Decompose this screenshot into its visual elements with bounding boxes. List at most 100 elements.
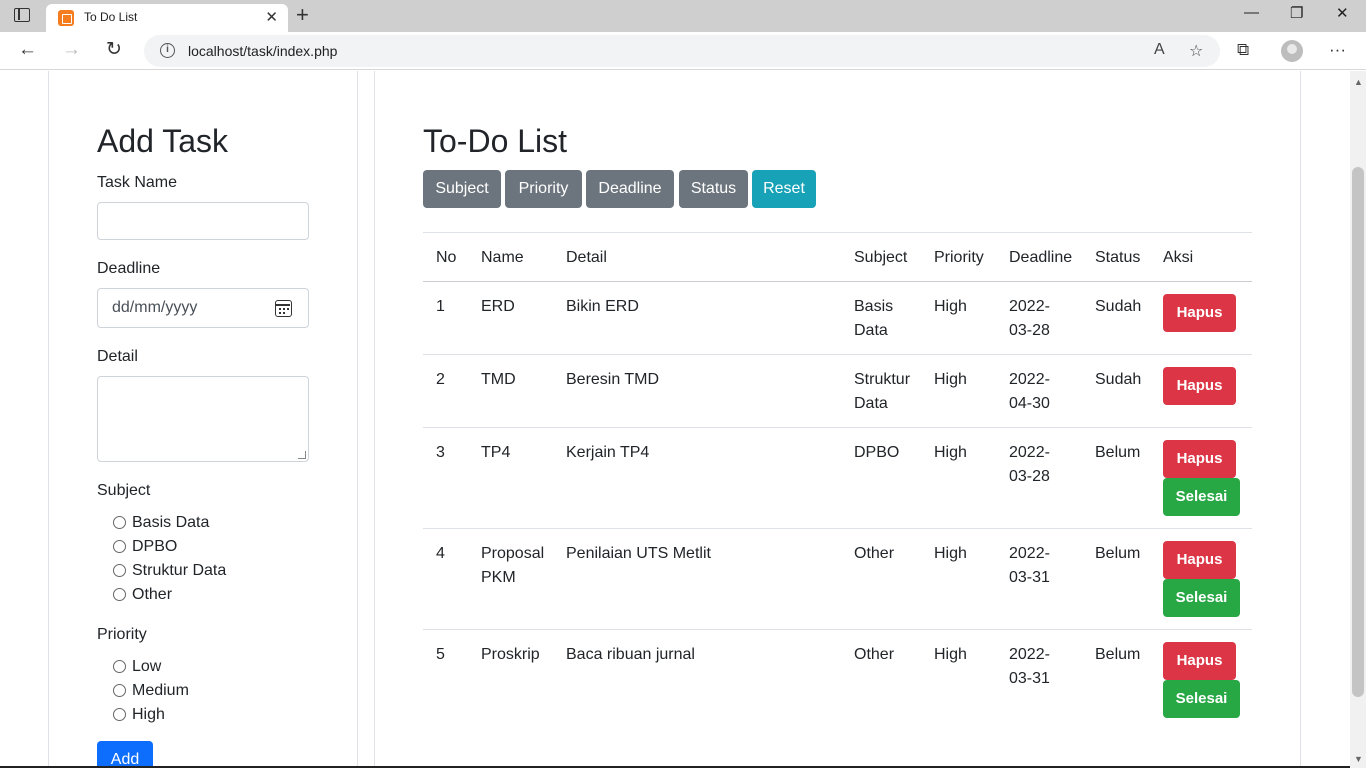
radio-icon[interactable] <box>113 708 126 721</box>
cell-detail: Bikin ERD <box>566 298 639 315</box>
cell-name: Proposal <box>481 545 545 562</box>
resize-grip-icon[interactable] <box>298 451 306 459</box>
scrollbar-thumb[interactable] <box>1352 167 1364 697</box>
radio-icon[interactable] <box>113 516 126 529</box>
cell-status: Belum <box>1095 444 1141 461</box>
profile-avatar[interactable] <box>1281 40 1303 62</box>
hapus-button[interactable]: Hapus <box>1163 294 1236 332</box>
selesai-button[interactable]: Selesai <box>1163 478 1240 516</box>
add-task-card: Add Task Task Name Deadline dd/mm/yyyy D… <box>48 71 358 768</box>
hapus-button[interactable]: Hapus <box>1163 642 1236 680</box>
new-tab-icon[interactable]: + <box>296 3 309 27</box>
column-header-deadline: Deadline <box>1009 249 1073 266</box>
cell-name: ERD <box>481 298 515 315</box>
tab-title: To Do List <box>84 10 138 24</box>
collections-icon[interactable]: ⧉ <box>1237 40 1249 60</box>
radio-icon[interactable] <box>113 564 126 577</box>
column-header-aksi: Aksi <box>1163 249 1194 266</box>
radio-icon[interactable] <box>113 660 126 673</box>
detail-label: Detail <box>97 348 138 365</box>
detail-textarea[interactable] <box>97 376 309 462</box>
cell-subject: Data <box>854 395 888 412</box>
radio-label: Low <box>132 658 162 675</box>
browser-tab[interactable]: To Do List ✕ <box>46 4 288 32</box>
radio-label: Medium <box>132 682 189 699</box>
browser-tab-bar: To Do List ✕ + — ❐ ✕ <box>0 0 1366 32</box>
scroll-up-icon[interactable]: ▲ <box>1354 77 1363 87</box>
cell-deadline: 03-28 <box>1009 468 1050 485</box>
hapus-button[interactable]: Hapus <box>1163 367 1236 405</box>
window-close-icon[interactable]: ✕ <box>1336 4 1349 22</box>
column-header-subject: Subject <box>854 249 908 266</box>
reset-button[interactable]: Reset <box>752 170 816 208</box>
tab-actions-icon[interactable] <box>14 8 30 22</box>
cell-name: TMD <box>481 371 516 388</box>
column-header-no: No <box>436 249 457 266</box>
page-content: Add Task Task Name Deadline dd/mm/yyyy D… <box>0 71 1350 768</box>
cell-deadline: 2022- <box>1009 646 1050 663</box>
radio-icon[interactable] <box>113 540 126 553</box>
cell-name: Proskrip <box>481 646 540 663</box>
scroll-down-icon[interactable]: ▼ <box>1354 754 1363 764</box>
column-header-name: Name <box>481 249 524 266</box>
row-divider <box>423 528 1252 529</box>
cell-no: 3 <box>436 444 445 461</box>
row-divider <box>423 427 1252 428</box>
cell-subject: Data <box>854 322 888 339</box>
filter-deadline-button[interactable]: Deadline <box>586 170 674 208</box>
radio-label: Basis Data <box>132 514 210 531</box>
table-top-border <box>423 232 1252 233</box>
column-header-priority: Priority <box>934 249 984 266</box>
calendar-icon[interactable] <box>275 300 292 317</box>
address-bar[interactable]: i localhost/task/index.php A ☆ <box>144 35 1220 67</box>
cell-name: TP4 <box>481 444 511 461</box>
radio-label: Other <box>132 586 173 603</box>
cell-priority: High <box>934 444 967 461</box>
minimize-icon[interactable]: — <box>1244 4 1259 21</box>
radio-label: Struktur Data <box>132 562 227 579</box>
settings-menu-icon[interactable]: ··· <box>1329 40 1346 60</box>
selesai-button[interactable]: Selesai <box>1163 579 1240 617</box>
cell-subject: DPBO <box>854 444 900 461</box>
read-aloud-icon[interactable]: A <box>1154 41 1165 59</box>
back-icon[interactable]: ← <box>18 40 37 60</box>
deadline-label: Deadline <box>97 260 161 277</box>
header-divider <box>423 281 1252 282</box>
add-button[interactable]: Add <box>97 741 153 768</box>
todo-list-title: To-Do List <box>423 123 568 159</box>
tab-close-icon[interactable]: ✕ <box>265 8 278 26</box>
favorite-icon[interactable]: ☆ <box>1189 41 1203 61</box>
task-name-input[interactable] <box>97 202 309 240</box>
cell-subject: Other <box>854 545 895 562</box>
row-divider <box>423 629 1252 630</box>
reload-icon[interactable]: ↻ <box>106 40 122 60</box>
hapus-button[interactable]: Hapus <box>1163 440 1236 478</box>
filter-priority-button[interactable]: Priority <box>505 170 582 208</box>
restore-icon[interactable]: ❐ <box>1290 4 1303 22</box>
site-info-icon[interactable]: i <box>160 43 175 58</box>
cell-priority: High <box>934 371 967 388</box>
cell-detail: Penilaian UTS Metlit <box>566 545 711 562</box>
filter-status-button[interactable]: Status <box>679 170 748 208</box>
selesai-button[interactable]: Selesai <box>1163 680 1240 718</box>
cell-deadline: 2022- <box>1009 371 1050 388</box>
column-header-detail: Detail <box>566 249 607 266</box>
deadline-date-input[interactable]: dd/mm/yyyy <box>97 288 309 328</box>
radio-icon[interactable] <box>113 588 126 601</box>
cell-priority: High <box>934 646 967 663</box>
cell-deadline: 03-31 <box>1009 569 1050 586</box>
filter-subject-button[interactable]: Subject <box>423 170 501 208</box>
cell-detail: Kerjain TP4 <box>566 444 650 461</box>
cell-deadline: 2022- <box>1009 444 1050 461</box>
cell-status: Sudah <box>1095 371 1142 388</box>
radio-icon[interactable] <box>113 684 126 697</box>
forward-icon[interactable]: → <box>62 40 81 60</box>
cell-status: Belum <box>1095 545 1141 562</box>
xampp-favicon-icon <box>58 10 74 26</box>
cell-detail: Baca ribuan jurnal <box>566 646 695 663</box>
url-text: localhost/task/index.php <box>188 43 338 59</box>
cell-subject: Basis <box>854 298 894 315</box>
hapus-button[interactable]: Hapus <box>1163 541 1236 579</box>
page-scrollbar[interactable]: ▲ ▼ <box>1350 71 1366 768</box>
deadline-placeholder: dd/mm/yyyy <box>112 299 198 316</box>
